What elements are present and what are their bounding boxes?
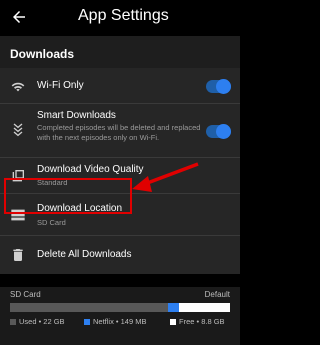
smart-downloads-icon: [13, 123, 23, 137]
legend-netflix-label: Netflix • 149 MB: [93, 317, 147, 326]
storage-bar: [10, 303, 230, 312]
storage-bar-free: [179, 303, 230, 312]
row-subtitle: Completed episodes will be deleted and r…: [37, 123, 201, 142]
legend-used-label: Used • 22 GB: [19, 317, 65, 326]
wifi-only-toggle[interactable]: [206, 79, 231, 94]
row-smart-downloads[interactable]: Smart Downloads Completed episodes will …: [0, 104, 240, 158]
settings-list: Wi-Fi Only Smart Downloads Completed epi…: [0, 68, 240, 274]
page-title: App Settings: [78, 7, 169, 24]
legend-free: Free • 8.8 GB: [170, 317, 225, 326]
app-bar: App Settings: [0, 0, 240, 34]
storage-bar-netflix: [168, 303, 180, 312]
legend-used: Used • 22 GB: [10, 317, 65, 326]
legend-free-label: Free • 8.8 GB: [179, 317, 225, 326]
legend-netflix: Netflix • 149 MB: [84, 317, 146, 326]
annotation-arrow-icon: [132, 162, 199, 192]
row-title: Delete All Downloads: [37, 249, 132, 260]
toggle-knob: [216, 124, 231, 139]
row-subtitle: SD Card: [37, 218, 66, 227]
netflix-swatch: [84, 318, 90, 325]
used-swatch: [10, 318, 16, 325]
storage-label: SD Card: [10, 290, 41, 299]
trash-icon: [13, 249, 23, 261]
storage-bar-used: [10, 303, 169, 312]
row-title: Wi-Fi Only: [37, 80, 84, 91]
annotation-highlight-box: [4, 178, 132, 214]
section-title: Downloads: [10, 47, 75, 61]
toggle-knob: [216, 79, 231, 94]
wifi-icon: [11, 82, 25, 92]
storage-default-label: Default: [204, 290, 230, 299]
row-title: Smart Downloads: [37, 110, 116, 121]
section-header: Downloads: [0, 36, 240, 68]
row-wifi-only[interactable]: Wi-Fi Only: [0, 68, 240, 104]
row-delete-all[interactable]: Delete All Downloads: [0, 236, 240, 274]
smart-downloads-toggle[interactable]: [206, 124, 231, 139]
back-arrow-icon[interactable]: [10, 8, 28, 26]
storage-panel: SD Card Default Used • 22 GB Netflix • 1…: [0, 287, 240, 345]
free-swatch: [170, 318, 176, 325]
